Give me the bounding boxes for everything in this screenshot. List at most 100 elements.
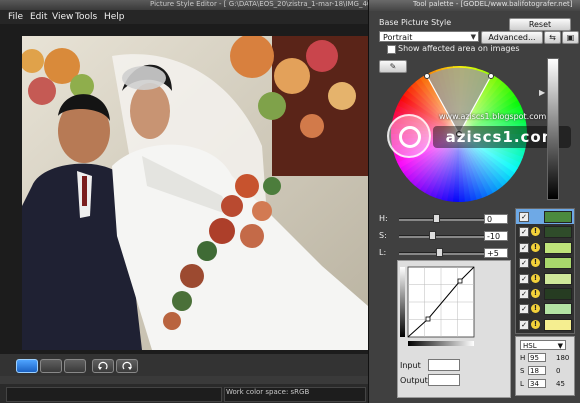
luminance-bar[interactable] — [547, 58, 559, 200]
rotate-left-button[interactable] — [92, 359, 114, 373]
hsl-h-output: 180 — [556, 354, 570, 362]
hsl-s-output: 0 — [556, 367, 561, 375]
menu-edit[interactable]: Edit — [30, 12, 47, 22]
swatch-checkbox[interactable]: ✓ — [519, 319, 529, 330]
hue-value-input[interactable]: 0 — [484, 214, 508, 224]
swatch-color — [544, 226, 572, 239]
slider-label-s: S: — [379, 231, 387, 240]
saturation-slider-knob[interactable] — [429, 231, 436, 240]
swatch-row[interactable]: ✓! — [516, 301, 574, 316]
hsl-l-output: 45 — [556, 380, 565, 388]
hsl-value-panel: HSL ▼ H 95 180 S 18 0 L 34 45 — [515, 336, 575, 396]
folder-icon: ⇆ — [549, 33, 556, 42]
advanced-button[interactable]: Advanced... — [481, 31, 543, 44]
warning-icon: ! — [531, 319, 540, 329]
hsl-label-l: L — [520, 380, 524, 388]
swatch-checkbox[interactable]: ✓ — [519, 212, 529, 222]
hsl-h-input[interactable]: 95 — [528, 353, 546, 362]
menu-file[interactable]: File — [8, 12, 23, 22]
base-picture-style-label: Base Picture Style — [379, 18, 452, 27]
hsl-l-input[interactable]: 34 — [528, 379, 546, 388]
warning-icon: ! — [531, 242, 540, 252]
swatch-checkbox[interactable]: ✓ — [519, 304, 529, 315]
color-model-select[interactable]: HSL ▼ — [520, 340, 566, 350]
swatch-row[interactable]: ✓! — [516, 240, 574, 255]
status-bar: Work color space: sRGB — [0, 384, 368, 403]
show-affected-checkbox[interactable] — [387, 45, 396, 54]
swatch-row[interactable]: ✓! — [516, 286, 574, 301]
tone-input-label: Input — [400, 361, 421, 370]
hsl-label-h: H — [520, 354, 526, 362]
menu-bar: File Edit View Tools Help — [0, 10, 368, 24]
editor-title: Picture Style Editor - [ G:\DATA\EOS_20\… — [150, 0, 402, 8]
editor-window: Picture Style Editor - [ G:\DATA\EOS_20\… — [0, 0, 402, 403]
swatch-color — [544, 318, 572, 331]
chevron-down-icon: ▼ — [470, 33, 476, 41]
swatch-checkbox[interactable]: ✓ — [519, 273, 529, 284]
menu-tools[interactable]: Tools — [75, 12, 97, 22]
hsl-s-input[interactable]: 18 — [528, 366, 546, 375]
swatch-row[interactable]: ✓! — [516, 224, 574, 239]
tone-output-label: Output — [400, 376, 428, 385]
warning-icon: ! — [531, 304, 540, 314]
status-field-left — [6, 387, 222, 402]
swatch-color — [544, 272, 572, 285]
show-affected-label: Show affected area on images — [398, 44, 520, 53]
swatch-color — [544, 288, 572, 300]
compare-view-button[interactable] — [64, 359, 86, 373]
warning-icon: ! — [531, 258, 540, 268]
picture-style-value: Portrait — [383, 33, 413, 42]
warning-icon: ! — [531, 289, 540, 298]
palette-title: Tool palette - [GODEL/www.balifotografer… — [413, 0, 573, 8]
swatch-color — [544, 303, 572, 316]
slider-label-h: H: — [379, 214, 388, 223]
swatch-checkbox[interactable]: ✓ — [519, 289, 529, 299]
watermark-url: www.aziscs1.blogspot.com — [439, 112, 547, 121]
chevron-down-icon: ▼ — [557, 342, 563, 350]
single-view-button[interactable] — [16, 359, 38, 373]
rotate-right-button[interactable] — [116, 359, 138, 373]
camera-icon — [387, 114, 431, 158]
save-icon: ▣ — [566, 33, 575, 42]
swatch-color — [544, 211, 572, 223]
warning-icon: ! — [531, 273, 540, 283]
open-style-button[interactable]: ⇆ — [544, 31, 561, 44]
reset-button[interactable]: Reset — [509, 18, 571, 31]
swatch-row[interactable]: ✓! — [516, 255, 574, 270]
luminance-slider-knob[interactable] — [436, 248, 443, 257]
hsl-label-s: S — [520, 367, 525, 375]
menu-view[interactable]: View — [52, 12, 73, 22]
save-style-button[interactable]: ▣ — [562, 31, 579, 44]
color-model-value: HSL — [523, 342, 537, 350]
warning-icon: ! — [531, 227, 540, 237]
hue-slider-knob[interactable] — [433, 214, 440, 223]
saturation-value-input[interactable]: -10 — [484, 231, 508, 241]
photo-illustration — [22, 36, 368, 350]
luminance-value-input[interactable]: +5 — [484, 248, 508, 258]
view-toolbar — [0, 354, 368, 376]
rotate-left-icon — [98, 361, 108, 370]
work-color-space: Work color space: sRGB — [226, 388, 310, 396]
picture-style-select[interactable]: Portrait ▼ — [379, 31, 479, 42]
tone-output-field[interactable] — [428, 374, 460, 386]
editor-titlebar[interactable]: Picture Style Editor - [ G:\DATA\EOS_20\… — [0, 0, 402, 10]
color-swatch-list: ✓ ✓! ✓! ✓! ✓! ✓! ✓! ✓! — [515, 208, 575, 334]
menu-help[interactable]: Help — [104, 12, 125, 22]
tone-input-field[interactable] — [428, 359, 460, 371]
tool-palette: Tool palette - [GODEL/www.balifotografer… — [368, 0, 580, 403]
swatch-color — [544, 241, 572, 254]
luminance-pointer-icon[interactable]: ▶ — [539, 88, 545, 97]
split-view-button[interactable] — [40, 359, 62, 373]
swatch-row[interactable]: ✓ — [516, 209, 574, 224]
slider-label-l: L: — [379, 248, 387, 257]
rotate-right-icon — [122, 361, 132, 370]
swatch-color — [544, 257, 572, 270]
tone-curve-panel: Input Output — [397, 260, 511, 398]
swatch-checkbox[interactable]: ✓ — [519, 227, 529, 238]
wedding-photo — [22, 36, 368, 350]
swatch-row[interactable]: ✓! — [516, 317, 574, 332]
palette-titlebar[interactable]: Tool palette - [GODEL/www.balifotografer… — [369, 0, 580, 11]
swatch-row[interactable]: ✓! — [516, 271, 574, 286]
swatch-checkbox[interactable]: ✓ — [519, 242, 529, 253]
swatch-checkbox[interactable]: ✓ — [519, 258, 529, 269]
